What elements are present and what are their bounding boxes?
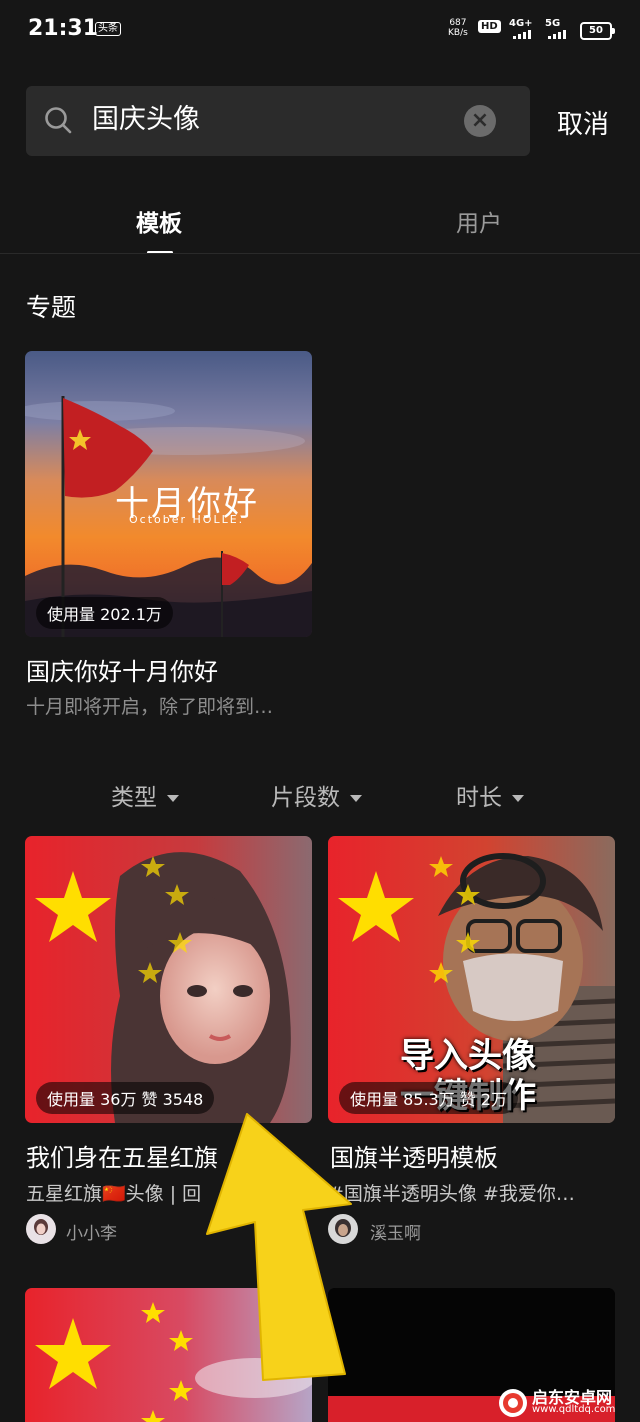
watermark-url: www.qdltdq.com [532, 1404, 616, 1415]
tab-templates[interactable]: 模板 [136, 204, 182, 238]
cancel-button[interactable]: 取消 [557, 104, 609, 141]
status-bar: 21:31 头条 687 KB/s HD 4G+ 5G 50 [0, 0, 640, 60]
tab-divider [0, 253, 640, 254]
filter-type[interactable]: 类型 [111, 778, 179, 812]
signal-5g-label: 5G [545, 18, 561, 29]
battery-icon: 50 [580, 22, 615, 40]
topic-title[interactable]: 国庆你好十月你好 [26, 652, 218, 687]
network-speed-unit: KB/s [448, 28, 468, 38]
clear-search-button[interactable]: × [464, 105, 496, 137]
usage-badge: 使用量 202.1万 [36, 597, 173, 629]
caret-down-icon [167, 795, 179, 802]
search-icon [45, 107, 72, 134]
section-title-topics: 专题 [26, 293, 77, 322]
template-card[interactable]: 导入头像 一键制作 使用量 85.3万 赞 2万 [328, 836, 615, 1123]
filter-type-label: 类型 [111, 785, 157, 811]
close-icon: × [470, 108, 490, 133]
usage-badge: 使用量 85.3万 赞 2万 [339, 1082, 519, 1114]
author-name[interactable]: 溪玉啊 [370, 1219, 421, 1244]
filter-segments-label: 片段数 [271, 785, 340, 811]
android-icon [499, 1389, 527, 1417]
caret-down-icon [350, 795, 362, 802]
signal-4g-label: 4G+ [509, 18, 533, 29]
topic-subtitle: 十月即将开启，除了即将到… [26, 696, 274, 718]
avatar[interactable] [26, 1214, 56, 1244]
topic-card[interactable]: 十月你好 October HOLLE. 使用量 202.1万 [25, 351, 312, 637]
pointer-arrow-icon [206, 1113, 352, 1381]
search-bar[interactable]: 国庆头像 × [26, 86, 530, 156]
status-time: 21:31 [28, 16, 99, 41]
network-speed-value: 687 [449, 18, 467, 28]
signal-bars-icon [548, 30, 566, 39]
toutiao-notification-icon: 头条 [95, 22, 121, 36]
signal-bars-icon [513, 30, 531, 39]
network-speed: 687 KB/s [448, 18, 468, 38]
caret-down-icon [512, 795, 524, 802]
usage-badge: 使用量 36万 赞 3548 [36, 1082, 215, 1114]
hd-voice-icon: HD [478, 20, 501, 33]
filter-duration-label: 时长 [456, 785, 502, 811]
author-name[interactable]: 小小李 [66, 1219, 117, 1244]
template-card[interactable]: 使用量 36万 赞 3548 [25, 836, 312, 1123]
filter-duration[interactable]: 时长 [456, 778, 524, 812]
filter-segments[interactable]: 片段数 [271, 778, 362, 812]
tab-users[interactable]: 用户 [456, 204, 502, 238]
search-input[interactable]: 国庆头像 [92, 102, 200, 138]
template-tags: #国旗半透明头像 #我爱你… [328, 1183, 575, 1205]
topic-cover-subtitle: October HOLLE. [129, 513, 245, 526]
template-title[interactable]: 国旗半透明模板 [330, 1138, 620, 1173]
template-cover-image [25, 836, 312, 1123]
